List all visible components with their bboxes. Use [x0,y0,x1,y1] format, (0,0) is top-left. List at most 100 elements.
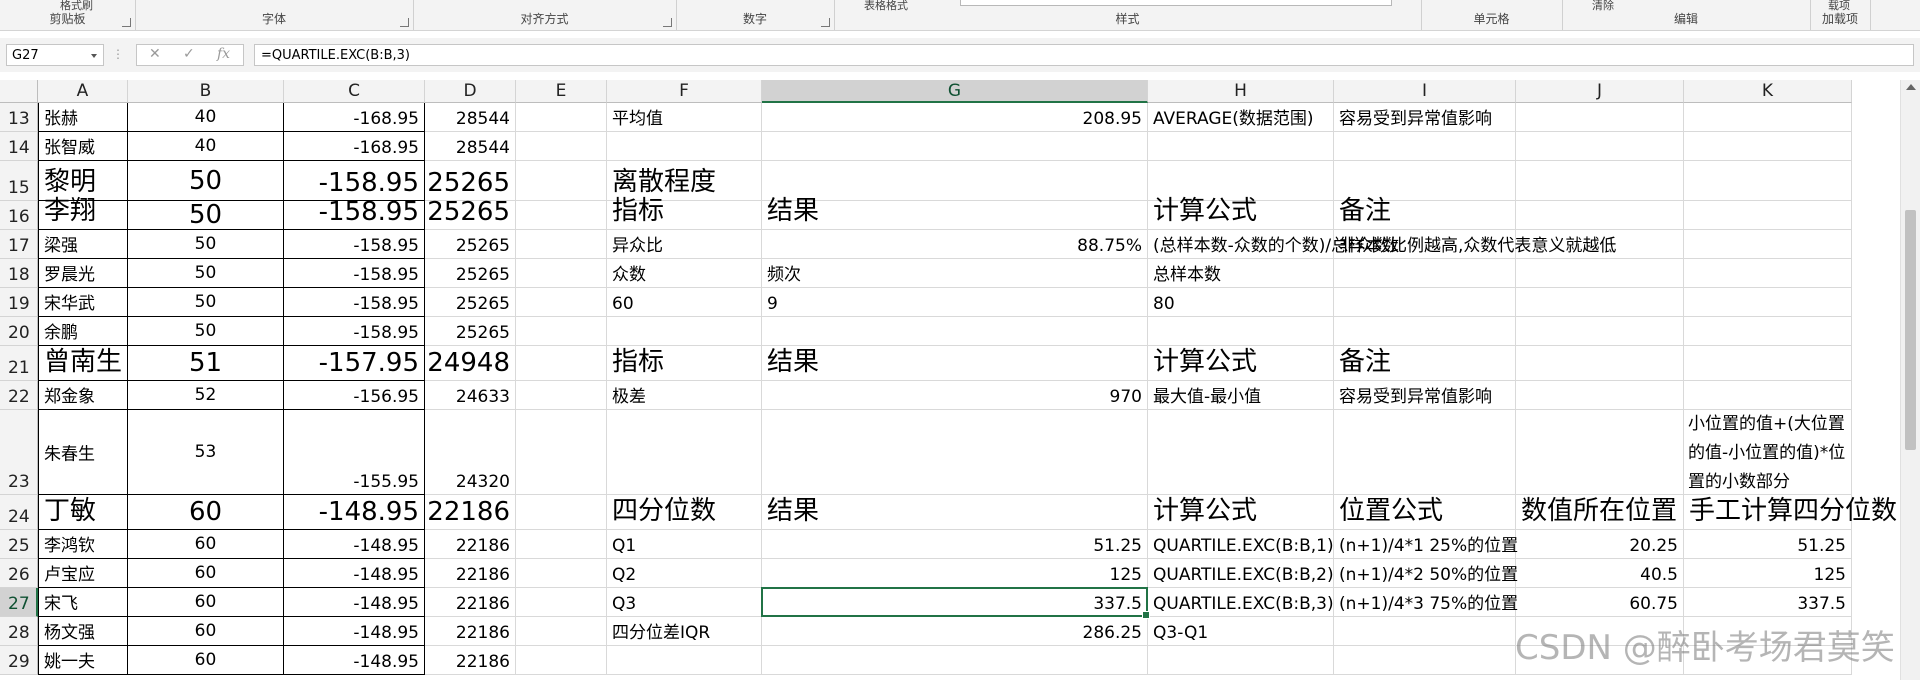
cell-h17[interactable]: (总样本数-众数的个数)/总样本数 [1148,230,1399,259]
cell-h28[interactable]: Q3-Q1 [1148,617,1334,646]
cell-e29[interactable] [516,646,607,675]
cell-c15[interactable]: -158.95 [284,161,425,201]
cell-b16[interactable]: 50 [128,200,284,230]
row-header-17[interactable]: 17 [0,230,38,259]
cell-e25[interactable] [516,530,607,559]
cell-b26[interactable]: 60 [128,559,284,588]
cell-h14[interactable] [1148,132,1334,161]
cell-i14[interactable] [1334,132,1516,161]
ribbon-group-alignment[interactable]: 对齐方式 [413,0,677,30]
column-header-j[interactable]: J [1516,80,1684,103]
cell-c21[interactable]: -157.95 [284,346,425,381]
cell-h19[interactable]: 80 [1148,288,1334,317]
row-header-24[interactable]: 24 [0,495,38,530]
cell-j17[interactable] [1516,230,1684,259]
ribbon-group-addins[interactable]: 载项 加载项 [1810,0,1871,30]
column-header-i[interactable]: I [1334,80,1516,103]
column-header-d[interactable]: D [425,80,516,103]
cell-a28[interactable]: 杨文强 [38,617,128,646]
ribbon-group-styles[interactable]: 表格格式 样式 [834,0,1422,30]
cell-g15[interactable] [762,161,1148,201]
cell-b13[interactable]: 40 [128,103,284,132]
cell-d19[interactable]: 25265 [425,288,516,317]
cell-h23[interactable] [1148,410,1334,495]
cell-k14[interactable] [1684,132,1852,161]
dialog-launcher-icon[interactable] [663,18,672,27]
cell-h22[interactable]: 最大值-最小值 [1148,381,1334,410]
row-header-16[interactable]: 16 [0,201,38,230]
row-header-29[interactable]: 29 [0,646,38,675]
cell-i23[interactable] [1334,410,1516,495]
cell-b24[interactable]: 60 [128,495,284,530]
cell-g29[interactable] [762,646,1148,675]
cell-g16[interactable]: 结果 [762,196,1148,230]
cell-i22[interactable]: 容易受到异常值影响 [1334,381,1516,410]
cell-k25[interactable]: 51.25 [1684,530,1852,559]
cell-c16[interactable]: -158.95 [284,197,425,230]
cell-styles-gallery[interactable] [960,0,1392,6]
cell-a17[interactable]: 梁强 [38,230,128,259]
cell-g24[interactable]: 结果 [762,495,1148,530]
cell-i29[interactable] [1334,646,1516,675]
cell-e19[interactable] [516,288,607,317]
column-header-b[interactable]: B [128,80,284,103]
cell-f21[interactable]: 指标 [607,346,762,381]
cell-a19[interactable]: 宋华武 [38,288,128,317]
cell-g22[interactable]: 970 [762,381,1148,410]
chevron-down-icon[interactable] [91,54,97,58]
cell-e21[interactable] [516,346,607,381]
cell-g14[interactable] [762,132,1148,161]
cell-k23[interactable]: 小位置的值+(大位置的值-小位置的值)*位置的小数部分 [1684,410,1852,495]
cell-a29[interactable]: 姚一夫 [38,646,128,675]
cell-k16[interactable] [1684,201,1852,230]
cell-b20[interactable]: 50 [128,317,284,346]
cell-k18[interactable] [1684,259,1852,288]
cell-e16[interactable] [516,201,607,230]
cell-j16[interactable] [1516,201,1684,230]
cell-h26[interactable]: QUARTILE.EXC(B:B,2) [1148,559,1334,588]
cell-c29[interactable]: -148.95 [284,646,425,675]
cell-h21[interactable]: 计算公式 [1148,346,1334,381]
cell-d15[interactable]: 25265 [425,161,516,201]
cancel-icon[interactable]: ✕ [149,46,161,62]
cell-g27[interactable]: 337.5 [762,588,1148,617]
cell-g25[interactable]: 51.25 [762,530,1148,559]
name-box[interactable]: G27 [6,44,104,66]
cell-e13[interactable] [516,103,607,132]
cell-k26[interactable]: 125 [1684,559,1852,588]
cell-i24[interactable]: 位置公式 [1334,495,1516,530]
cell-e15[interactable] [516,161,607,201]
cell-e22[interactable] [516,381,607,410]
cell-e14[interactable] [516,132,607,161]
cell-k17[interactable] [1684,230,1852,259]
cell-d25[interactable]: 22186 [425,530,516,559]
ribbon-group-editing[interactable]: 清除 编辑 [1562,0,1811,30]
cell-c28[interactable]: -148.95 [284,617,425,646]
cell-j20[interactable] [1516,317,1684,346]
cell-e23[interactable] [516,410,607,495]
cell-b23[interactable]: 53 [128,410,284,495]
cell-c14[interactable]: -168.95 [284,132,425,161]
ribbon-group-font[interactable]: 字体 [135,0,414,30]
row-header-22[interactable]: 22 [0,381,38,410]
cell-f17[interactable]: 异众比 [607,230,762,259]
cell-f26[interactable]: Q2 [607,559,762,588]
cell-c13[interactable]: -168.95 [284,103,425,132]
column-header-h[interactable]: H [1148,80,1334,103]
cell-f14[interactable] [607,132,762,161]
row-header-26[interactable]: 26 [0,559,38,588]
cell-b22[interactable]: 52 [128,381,284,410]
cell-g13[interactable]: 208.95 [762,103,1148,132]
cell-k27[interactable]: 337.5 [1684,588,1852,617]
cell-f23[interactable] [607,410,762,495]
cell-e26[interactable] [516,559,607,588]
cell-d13[interactable]: 28544 [425,103,516,132]
cell-c19[interactable]: -158.95 [284,288,425,317]
cell-i16[interactable]: 备注 [1334,196,1516,230]
cell-d16[interactable]: 25265 [425,197,516,230]
more-options-icon[interactable]: ⋮ [112,47,124,61]
cell-f28[interactable]: 四分位差IQR [607,617,762,646]
cell-j22[interactable] [1516,381,1684,410]
ribbon-group-cells[interactable]: 单元格 [1421,0,1563,30]
vertical-scrollbar[interactable] [1900,80,1920,680]
